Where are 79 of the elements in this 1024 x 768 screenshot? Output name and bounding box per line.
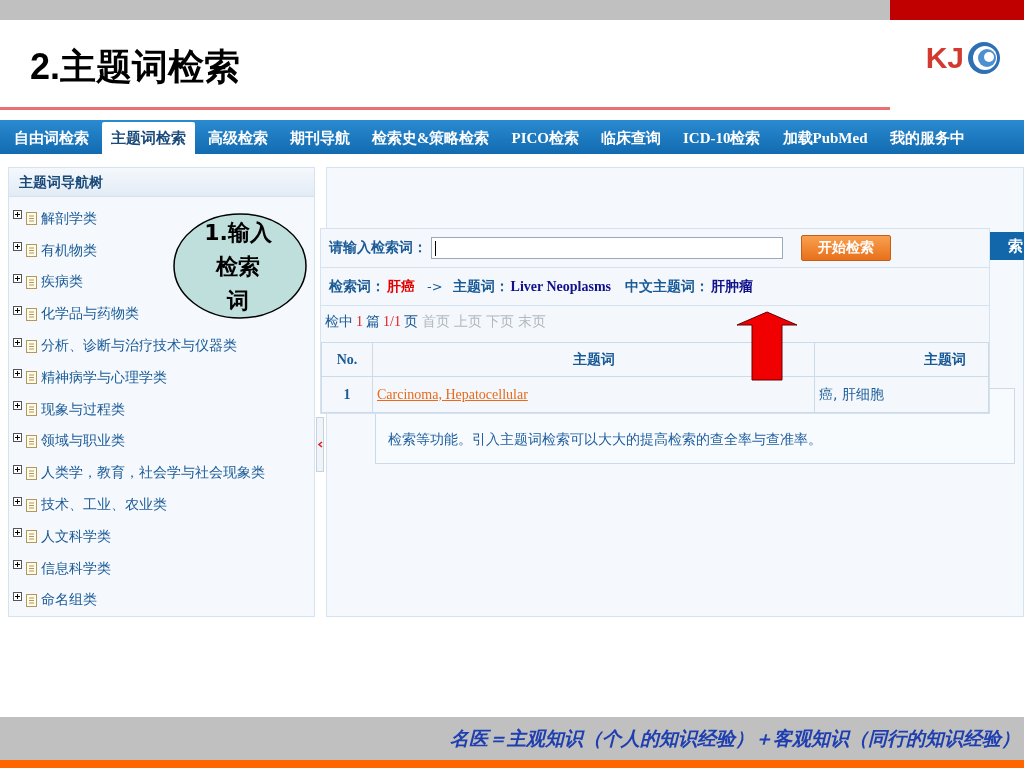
nav-tab[interactable]: 期刊导航 (281, 122, 359, 154)
document-icon (26, 593, 37, 607)
nav-tab[interactable]: ICD-10检索 (674, 122, 770, 154)
expand-icon[interactable] (13, 242, 22, 252)
document-icon (26, 371, 37, 385)
expand-icon[interactable] (13, 337, 22, 347)
document-icon (26, 307, 37, 321)
table-cell: 1 (321, 376, 373, 413)
footer-text: 名医＝主观知识（个人的知识经验）＋客观知识（同行的知识经验） (450, 725, 1020, 751)
tree-item[interactable]: 命名组类 (41, 591, 97, 610)
term-label: 检索词： (329, 277, 385, 296)
cn-subject-term: 肝肿瘤 (711, 277, 754, 296)
expand-icon[interactable] (13, 591, 22, 601)
page-suffix: 页 (403, 313, 418, 331)
document-icon (26, 276, 37, 289)
nav-tab[interactable]: 主题词检索 (102, 122, 195, 154)
nav-tab[interactable]: 自由词检索 (5, 122, 98, 154)
search-term: 肝癌 (387, 277, 415, 296)
column-header: No. (321, 342, 373, 377)
expand-icon[interactable] (13, 274, 22, 283)
document-icon (26, 434, 37, 448)
tree-item[interactable]: 信息科学类 (41, 559, 111, 578)
subject-label: 主题词： (452, 277, 509, 296)
document-icon (26, 562, 37, 576)
tree-item[interactable]: 技术、工业、农业类 (41, 496, 167, 515)
arrow-text: -> (427, 279, 443, 294)
tree-item[interactable]: 有机物类 (41, 241, 97, 260)
tree-item[interactable]: 精神病学与心理学类 (41, 368, 167, 387)
callout-text: 1.输入 (204, 219, 272, 247)
document-icon (26, 244, 37, 258)
tree-item[interactable]: 人类学，教育，社会学与社会现象类 (41, 464, 265, 483)
search-field[interactable] (431, 237, 783, 259)
callout-text: 词 (227, 287, 249, 315)
nav-tab[interactable]: 我的服务中 (880, 122, 974, 154)
up-arrow-icon (736, 311, 798, 381)
search-label: 请输入检索词： (329, 239, 427, 257)
document-icon (26, 212, 37, 226)
document-icon (26, 498, 37, 512)
document-icon (26, 403, 37, 417)
expand-icon[interactable] (13, 369, 22, 379)
tree-item[interactable]: 分析、诊断与治疗技术与仪器类 (41, 337, 237, 356)
subject-term: Liver Neoplasms (510, 278, 612, 295)
nav-tab[interactable]: 加载PubMed (773, 122, 877, 154)
document-icon (26, 339, 37, 353)
tree-item[interactable]: 化学品与药物类 (41, 305, 139, 324)
nav-tab[interactable]: PICO检索 (502, 122, 588, 154)
result-prefix: 检中 (325, 313, 353, 331)
page-count: 1/1 (383, 314, 401, 330)
tree-item[interactable]: 人文科学类 (41, 527, 111, 546)
description-text: 检索等功能。引入主题词检索可以大大的提高检索的查全率与查准率。 (388, 431, 822, 447)
tree-item[interactable]: 现象与过程类 (41, 400, 125, 419)
tree-item[interactable]: 疾病类 (41, 273, 83, 292)
document-icon (26, 466, 37, 480)
callout-text: 检索 (216, 253, 260, 281)
expand-icon[interactable] (13, 496, 22, 506)
result-count: 1 (356, 314, 363, 330)
expand-icon[interactable] (13, 528, 22, 538)
column-header: 主题词 (372, 342, 815, 377)
nav-tab[interactable]: 临床查询 (592, 122, 670, 154)
collapse-handle[interactable] (316, 417, 324, 472)
document-icon (26, 530, 37, 544)
nav-tab[interactable]: 检索史&策略检索 (363, 122, 499, 154)
expand-icon[interactable] (13, 560, 22, 570)
slide-title: 2.主题词检索 (30, 45, 241, 89)
expand-icon[interactable] (13, 305, 22, 315)
nav-tab[interactable]: 高级检索 (199, 122, 277, 154)
column-header: 主题词 (814, 342, 989, 377)
expand-icon[interactable] (13, 464, 22, 474)
tree-item[interactable]: 解剖学类 (41, 209, 97, 228)
expand-icon[interactable] (13, 210, 22, 220)
table-cell: 癌, 肝细胞 (814, 376, 989, 413)
swirl-logo-icon (966, 39, 1002, 76)
logo-text: KJ (925, 40, 964, 75)
subject-link[interactable]: Carcinoma, Hepatocellular (377, 387, 528, 402)
expand-icon[interactable] (13, 432, 22, 442)
expand-icon[interactable] (13, 401, 22, 411)
result-unit: 篇 (366, 313, 380, 331)
tree-item[interactable]: 领域与职业类 (41, 432, 125, 451)
cn-subject-label: 中文主题词： (625, 277, 710, 296)
